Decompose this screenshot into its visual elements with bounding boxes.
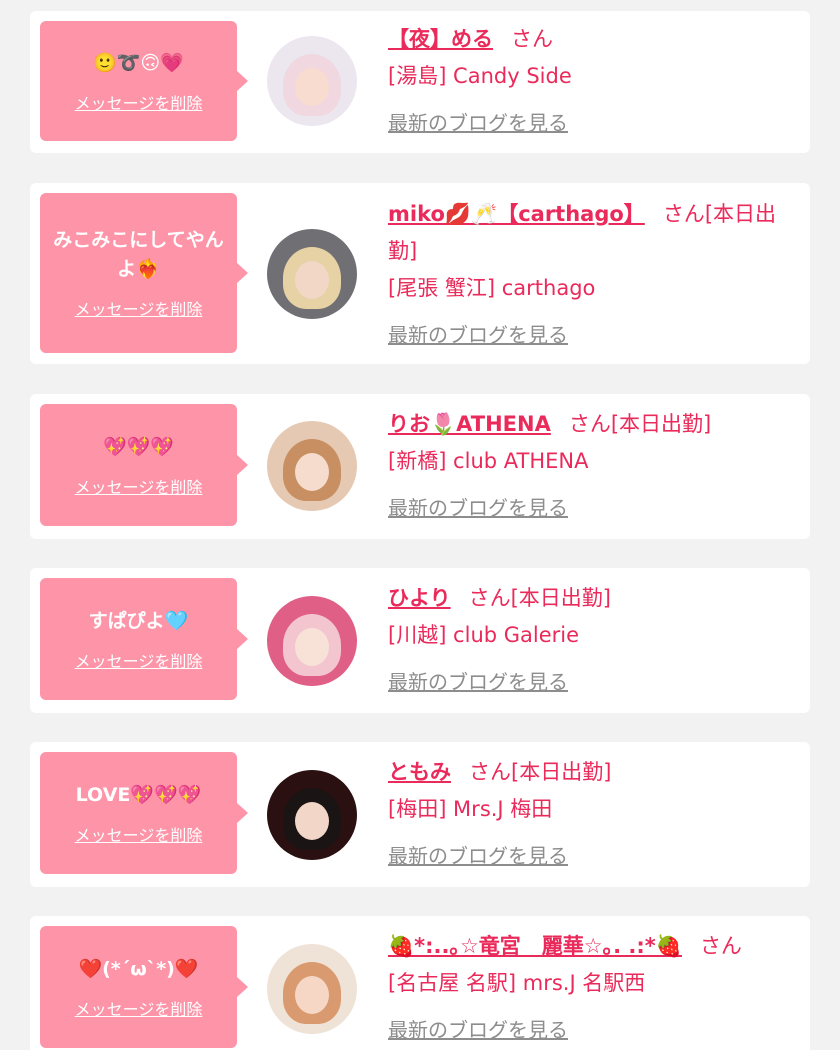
latest-blog-link[interactable]: 最新のブログを見る: [388, 1014, 568, 1043]
avatar-face: [295, 453, 329, 491]
list-item: 🙂➰🙃💗 メッセージを削除 【夜】める さん [湯島] Candy Side 最新…: [30, 11, 810, 153]
girl-info: ともみ さん[本日出勤] [梅田] Mrs.J 梅田 最新のブログを見る: [388, 754, 800, 869]
message-bubble: すぱぴよ🩵 メッセージを削除: [40, 578, 248, 700]
status-label: [本日出勤]: [510, 586, 611, 610]
message-bubble: みこみこにしてやんよ❤️‍🔥 メッセージを削除: [40, 193, 248, 353]
girl-name-link[interactable]: ひより: [388, 586, 451, 610]
delete-message-link[interactable]: メッセージを削除: [75, 822, 203, 846]
message-text: すぱぴよ🩵: [88, 609, 189, 632]
girl-name-link[interactable]: 🍓*:..｡☆竜宮 麗華☆｡. .:*🍓: [388, 934, 682, 958]
latest-blog-link[interactable]: 最新のブログを見る: [388, 492, 568, 521]
girl-name-link[interactable]: miko💋🥂【carthago】: [388, 202, 645, 226]
girl-info: 【夜】める さん [湯島] Candy Side 最新のブログを見る: [388, 21, 800, 136]
list-item: すぱぴよ🩵 メッセージを削除 ひより さん[本日出勤] [川越] club Gal…: [30, 568, 810, 713]
message-text: みこみこにしてやんよ❤️‍🔥: [53, 229, 224, 280]
honorific: さん: [568, 412, 611, 436]
delete-message-link[interactable]: メッセージを削除: [75, 648, 203, 672]
latest-blog-link[interactable]: 最新のブログを見る: [388, 107, 568, 136]
honorific: さん: [468, 586, 511, 610]
shop-name: [梅田] Mrs.J 梅田: [388, 797, 553, 821]
girl-name-link[interactable]: りお🌷ATHENA: [388, 412, 551, 436]
list-item: ❤️(*´ω`*)❤️ メッセージを削除 🍓*:..｡☆竜宮 麗華☆｡. .:*…: [30, 916, 810, 1050]
girl-name-link[interactable]: ともみ: [388, 760, 451, 784]
message-text: ❤️(*´ω`*)❤️: [78, 957, 199, 980]
avatar-face: [295, 802, 329, 840]
delete-message-link[interactable]: メッセージを削除: [75, 90, 203, 114]
favorites-list: 🙂➰🙃💗 メッセージを削除 【夜】める さん [湯島] Candy Side 最新…: [0, 0, 840, 1050]
status-label: [本日出勤]: [610, 412, 712, 436]
delete-message-link[interactable]: メッセージを削除: [75, 296, 203, 320]
latest-blog-link[interactable]: 最新のブログを見る: [388, 840, 568, 869]
honorific: さん: [511, 27, 553, 51]
avatar-face: [295, 261, 329, 299]
avatar-face: [295, 628, 329, 666]
message-bubble: 💖💖💖 メッセージを削除: [40, 404, 248, 526]
message-text: 🙂➰🙃💗: [93, 51, 184, 74]
message-bubble: 🙂➰🙃💗 メッセージを削除: [40, 21, 248, 141]
shop-name: [湯島] Candy Side: [388, 64, 572, 88]
list-item: 💖💖💖 メッセージを削除 りお🌷ATHENA さん[本日出勤] [新橋] club…: [30, 394, 810, 539]
latest-blog-link[interactable]: 最新のブログを見る: [388, 666, 568, 695]
latest-blog-link[interactable]: 最新のブログを見る: [388, 319, 568, 348]
girl-info: 🍓*:..｡☆竜宮 麗華☆｡. .:*🍓 さん [名古屋 名駅] mrs.J 名駅…: [388, 928, 800, 1043]
shop-name: [名古屋 名駅] mrs.J 名駅西: [388, 971, 646, 995]
message-text: 💖💖💖: [103, 435, 174, 458]
avatar[interactable]: [267, 36, 357, 126]
message-text: LOVE💖💖💖: [75, 783, 202, 806]
honorific: さん: [662, 202, 705, 226]
avatar[interactable]: [267, 421, 357, 511]
avatar-face: [295, 68, 329, 106]
girl-info: miko💋🥂【carthago】 さん[本日出勤] [尾張 蟹江] carthag…: [388, 196, 800, 348]
girl-name-link[interactable]: 【夜】める: [388, 27, 493, 51]
status-label: [本日出勤]: [511, 760, 612, 784]
honorific: さん: [699, 934, 742, 958]
list-item: みこみこにしてやんよ❤️‍🔥 メッセージを削除 miko💋🥂【carthago】…: [30, 183, 810, 364]
shop-name: [川越] club Galerie: [388, 623, 580, 647]
girl-info: ひより さん[本日出勤] [川越] club Galerie 最新のブログを見る: [388, 580, 800, 695]
avatar[interactable]: [267, 596, 357, 686]
message-bubble: LOVE💖💖💖 メッセージを削除: [40, 752, 248, 874]
delete-message-link[interactable]: メッセージを削除: [75, 996, 203, 1020]
message-bubble: ❤️(*´ω`*)❤️ メッセージを削除: [40, 926, 248, 1048]
girl-info: りお🌷ATHENA さん[本日出勤] [新橋] club ATHENA 最新のブロ…: [388, 406, 800, 521]
delete-message-link[interactable]: メッセージを削除: [75, 474, 203, 498]
avatar-face: [295, 976, 329, 1014]
avatar[interactable]: [267, 944, 357, 1034]
avatar[interactable]: [267, 229, 357, 319]
list-item: LOVE💖💖💖 メッセージを削除 ともみ さん[本日出勤] [梅田] Mrs.J …: [30, 742, 810, 887]
shop-name: [新橋] club ATHENA: [388, 449, 589, 473]
honorific: さん: [469, 760, 511, 784]
avatar[interactable]: [267, 770, 357, 860]
shop-name: [尾張 蟹江] carthago: [388, 276, 596, 300]
